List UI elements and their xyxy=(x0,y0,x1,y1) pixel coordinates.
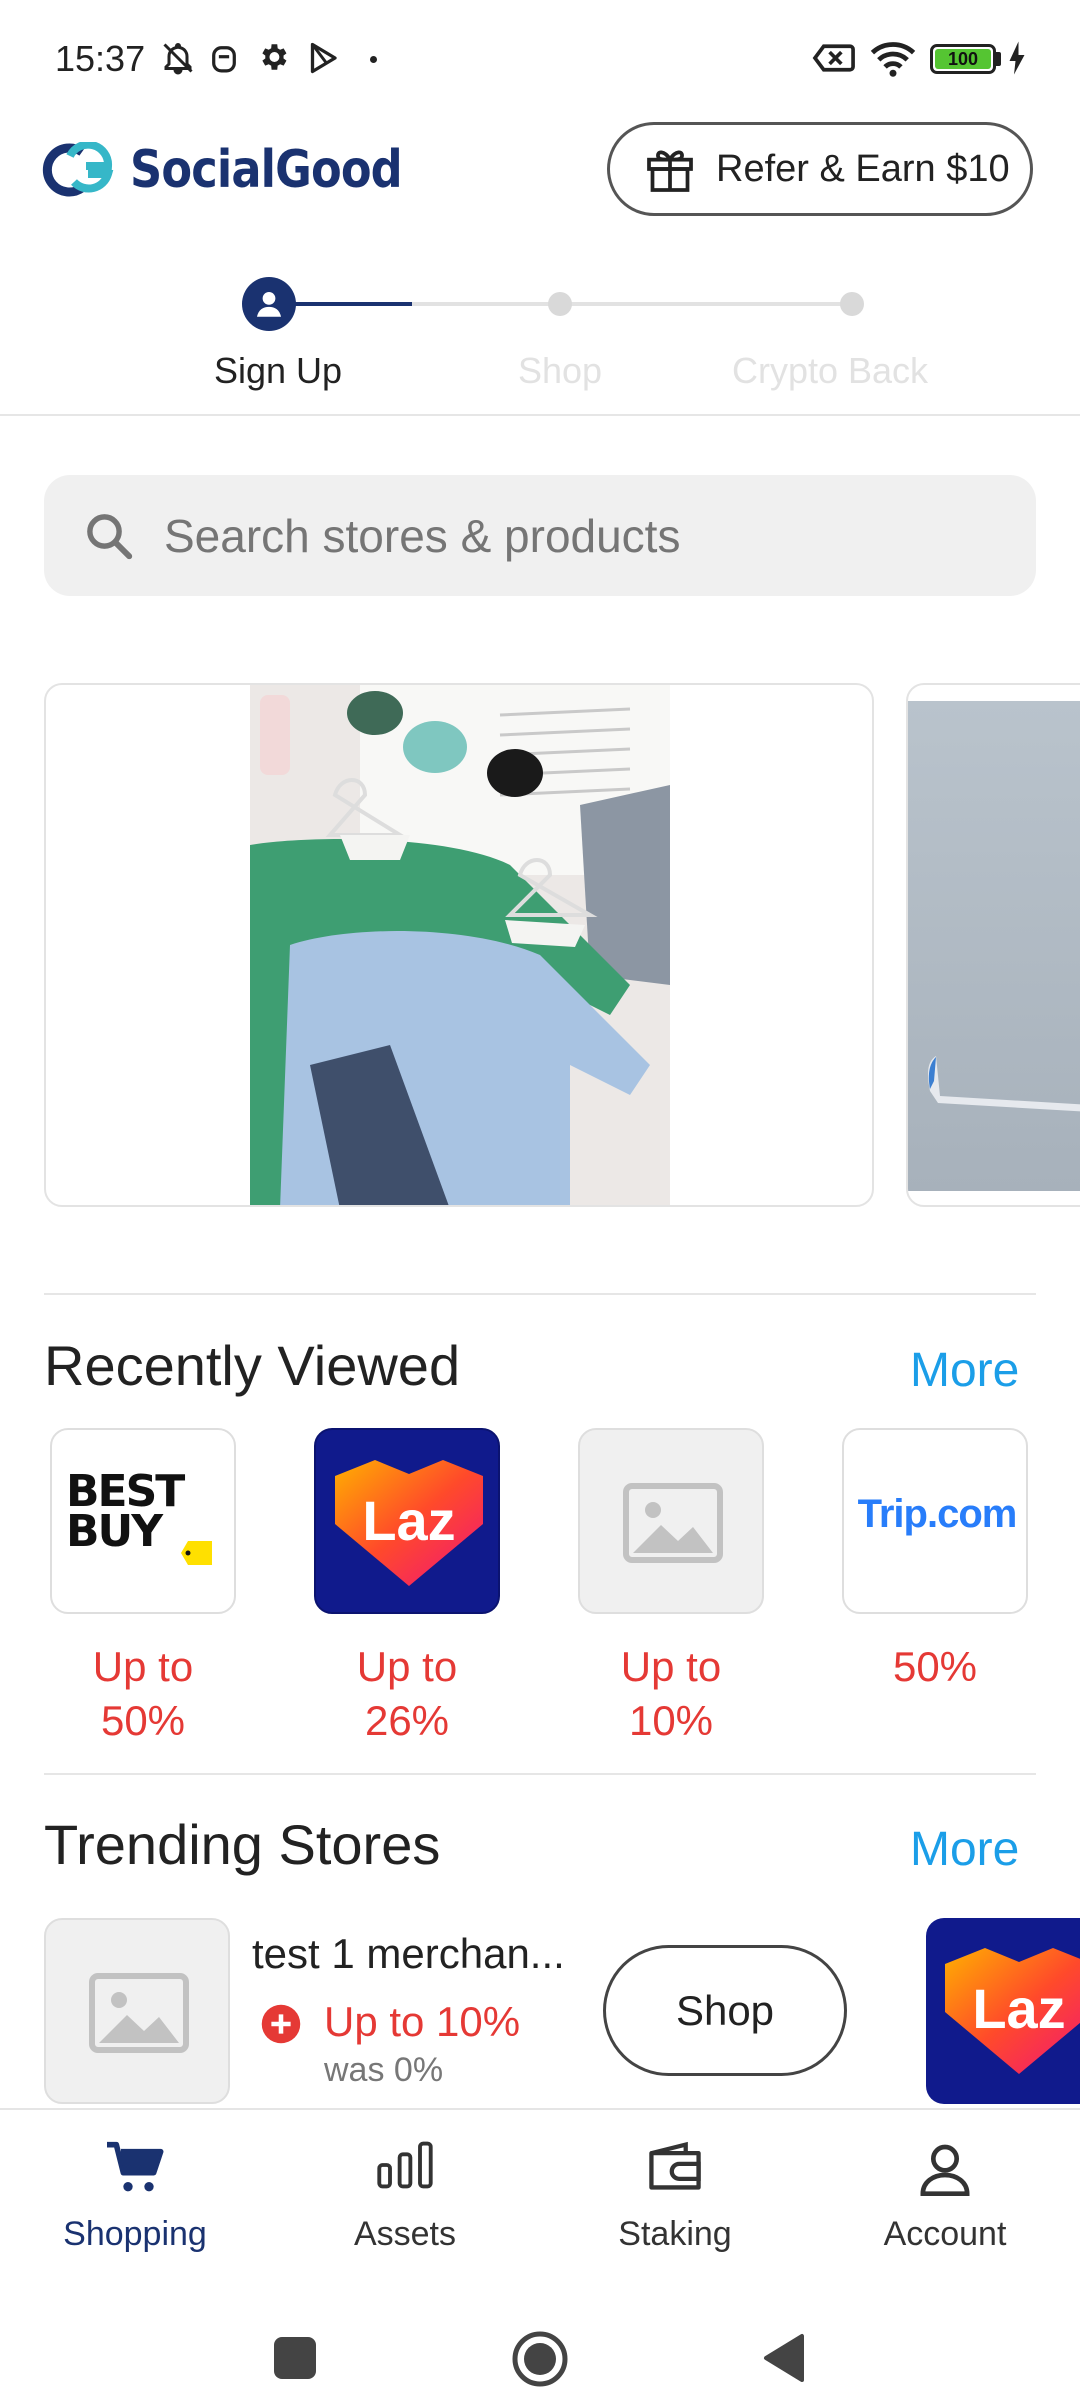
rate-line-1: Up to xyxy=(620,1643,722,1690)
recently-viewed-title: Recently Viewed xyxy=(44,1334,461,1397)
recent-placeholder-rate: Up to 10% xyxy=(578,1640,764,1748)
recent-store-tripcom[interactable]: Trip.com xyxy=(842,1428,1028,1614)
trending-store-rate: Up to 10% xyxy=(324,1998,521,2045)
bell-off-icon xyxy=(163,43,193,75)
banner-airplane-image xyxy=(908,701,1080,1191)
nav-staking-label: Staking xyxy=(618,2215,732,2253)
rate-line-1: Up to xyxy=(92,1643,194,1690)
recently-viewed-more-link[interactable]: More xyxy=(910,1343,1019,1398)
header-divider xyxy=(0,414,1080,416)
bar-chart-icon xyxy=(377,2141,433,2189)
wifi-icon xyxy=(870,42,916,77)
step-1-label: Sign Up xyxy=(213,350,343,391)
trending-stores-title: Trending Stores xyxy=(44,1813,441,1876)
rate-line-2: 26% xyxy=(364,1697,450,1744)
lazada-logo-text: Laz xyxy=(972,1977,1066,2040)
section-divider-2 xyxy=(44,1773,1036,1775)
robot-icon xyxy=(212,46,236,73)
search-bar[interactable]: Search stores & products xyxy=(44,475,1036,596)
recent-store-placeholder[interactable] xyxy=(578,1428,764,1614)
home-button-icon[interactable] xyxy=(510,2329,570,2389)
status-bar: 15:37 100 xyxy=(0,0,1080,100)
search-icon xyxy=(87,513,133,559)
wallet-icon xyxy=(649,2141,701,2190)
socialgood-logo-icon xyxy=(42,142,114,197)
refer-earn-button[interactable]: Refer & Earn $10 xyxy=(607,122,1033,216)
section-divider-1 xyxy=(44,1293,1036,1295)
signup-stepper: Sign Up Shop Crypto Back xyxy=(0,270,1080,410)
recent-store-bestbuy[interactable]: BEST BUY xyxy=(50,1428,236,1614)
trending-store-lazada[interactable]: Laz xyxy=(926,1918,1080,2104)
sim-off-icon xyxy=(812,44,855,72)
nav-assets[interactable]: Assets xyxy=(270,2110,540,2282)
promo-banner-2[interactable] xyxy=(906,683,1080,1207)
rate-line-2: 50% xyxy=(100,1697,186,1744)
tripcom-logo: Trip.com xyxy=(857,1492,1018,1536)
back-button-icon[interactable] xyxy=(760,2332,808,2384)
refer-earn-label: Refer & Earn $10 xyxy=(716,147,1010,190)
recent-bestbuy-rate: Up to 50% xyxy=(50,1640,236,1748)
status-time: 15:37 xyxy=(55,38,146,79)
step-1-user-icon xyxy=(242,277,296,331)
recent-store-lazada[interactable]: Laz xyxy=(314,1428,500,1614)
recent-lazada-rate: Up to 26% xyxy=(314,1640,500,1748)
bestbuy-logo: BEST BUY xyxy=(66,1466,185,1557)
nav-account-label: Account xyxy=(883,2215,1007,2253)
plus-circle-icon xyxy=(261,2004,301,2044)
bestbuy-tag-icon xyxy=(181,1541,212,1565)
settings-icon xyxy=(262,44,287,70)
step-2-label: Shop xyxy=(517,350,603,391)
recent-tripcom-rate: 50% xyxy=(842,1640,1028,1694)
shop-button[interactable]: Shop xyxy=(603,1945,847,2076)
nav-shopping[interactable]: Shopping xyxy=(0,2110,270,2282)
brand-logo[interactable]: SocialGood xyxy=(42,140,446,200)
image-placeholder-icon xyxy=(89,1973,189,2053)
brand-name: SocialGood xyxy=(130,140,403,200)
recent-apps-icon[interactable] xyxy=(274,2337,316,2379)
rate-line-1: Up to xyxy=(356,1643,458,1690)
trending-store-logo[interactable] xyxy=(44,1918,230,2104)
trending-stores-more-link[interactable]: More xyxy=(910,1822,1019,1877)
nav-account[interactable]: Account xyxy=(810,2110,1080,2282)
step-3-label: Crypto Back xyxy=(731,350,929,391)
nav-assets-label: Assets xyxy=(353,2215,457,2253)
cart-icon xyxy=(107,2141,164,2192)
banner-clothing-image xyxy=(250,685,670,1205)
play-store-icon xyxy=(310,42,337,74)
battery-level: 100 xyxy=(935,49,991,69)
step-3-dot xyxy=(840,292,864,316)
bottom-navigation: Shopping Assets Staking Account xyxy=(0,2108,1080,2282)
system-navigation-bar xyxy=(0,2280,1080,2400)
promo-banner-1[interactable] xyxy=(44,683,874,1207)
charging-icon xyxy=(1009,41,1025,75)
step-2-dot xyxy=(548,292,572,316)
dot-icon xyxy=(370,56,377,63)
gift-icon xyxy=(647,150,693,192)
image-placeholder-icon xyxy=(623,1483,723,1563)
battery-icon: 100 xyxy=(930,44,996,74)
battery-tip xyxy=(996,52,1001,66)
rate-line-1: 50% xyxy=(892,1643,978,1690)
user-icon xyxy=(920,2144,970,2196)
search-input[interactable]: Search stores & products xyxy=(164,509,680,563)
nav-staking[interactable]: Staking xyxy=(540,2110,810,2282)
trending-store-was-rate: was 0% xyxy=(324,2051,444,2089)
stepper-track-line xyxy=(412,302,852,306)
trending-store-name: test 1 merchan... xyxy=(252,1930,565,1977)
rate-line-2: 10% xyxy=(628,1697,714,1744)
nav-shopping-label: Shopping xyxy=(63,2215,207,2253)
lazada-logo-text: Laz xyxy=(362,1489,456,1552)
